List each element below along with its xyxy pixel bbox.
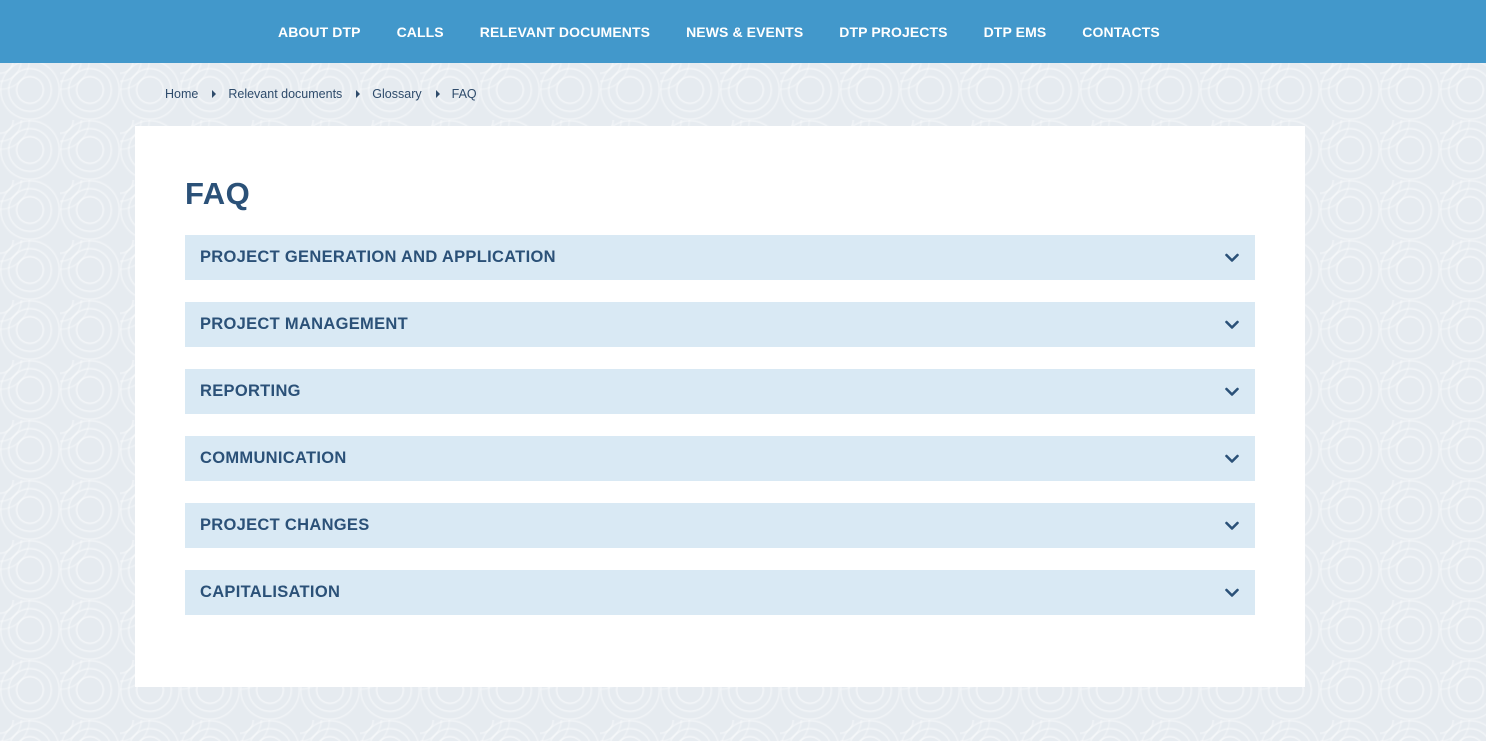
breadcrumb: Home Relevant documents Glossary FAQ [165, 87, 477, 101]
accordion-item-label: PROJECT MANAGEMENT [200, 315, 408, 333]
chevron-down-icon [1224, 317, 1240, 333]
accordion-item-communication[interactable]: COMMUNICATION [185, 436, 1255, 481]
breadcrumb-separator-icon [435, 90, 440, 98]
page-title: FAQ [185, 176, 251, 211]
accordion-item-project-management[interactable]: PROJECT MANAGEMENT [185, 302, 1255, 347]
nav-item-dtp-projects[interactable]: DTP PROJECTS [821, 24, 965, 40]
nav-item-relevant-documents[interactable]: RELEVANT DOCUMENTS [462, 24, 668, 40]
chevron-down-icon [1224, 250, 1240, 266]
nav-item-contacts[interactable]: CONTACTS [1064, 24, 1178, 40]
main-navigation: ABOUT DTP CALLS RELEVANT DOCUMENTS NEWS … [0, 0, 1486, 63]
chevron-down-icon [1224, 384, 1240, 400]
breadcrumb-glossary[interactable]: Glossary [372, 87, 421, 101]
accordion-item-label: PROJECT GENERATION AND APPLICATION [200, 248, 556, 266]
breadcrumb-separator-icon [356, 90, 361, 98]
breadcrumb-relevant-documents[interactable]: Relevant documents [228, 87, 342, 101]
chevron-down-icon [1224, 585, 1240, 601]
accordion-item-project-changes[interactable]: PROJECT CHANGES [185, 503, 1255, 548]
chevron-down-icon [1224, 451, 1240, 467]
breadcrumb-current-faq: FAQ [451, 87, 477, 101]
accordion-item-reporting[interactable]: REPORTING [185, 369, 1255, 414]
breadcrumb-separator-icon [212, 90, 217, 98]
nav-item-about-dtp[interactable]: ABOUT DTP [260, 24, 379, 40]
accordion-item-label: CAPITALISATION [200, 583, 341, 601]
chevron-down-icon [1224, 518, 1240, 534]
nav-item-news-events[interactable]: NEWS & EVENTS [668, 24, 821, 40]
faq-accordion: PROJECT GENERATION AND APPLICATION PROJE… [185, 235, 1255, 637]
accordion-item-capitalisation[interactable]: CAPITALISATION [185, 570, 1255, 615]
breadcrumb-home[interactable]: Home [165, 87, 198, 101]
main-nav-list: ABOUT DTP CALLS RELEVANT DOCUMENTS NEWS … [260, 0, 1178, 63]
accordion-item-label: PROJECT CHANGES [200, 516, 370, 534]
nav-item-dtp-ems[interactable]: DTP EMS [966, 24, 1065, 40]
nav-item-calls[interactable]: CALLS [379, 24, 462, 40]
content-card: FAQ PROJECT GENERATION AND APPLICATION P… [135, 126, 1305, 687]
accordion-item-project-generation[interactable]: PROJECT GENERATION AND APPLICATION [185, 235, 1255, 280]
accordion-item-label: COMMUNICATION [200, 449, 347, 467]
accordion-item-label: REPORTING [200, 382, 301, 400]
